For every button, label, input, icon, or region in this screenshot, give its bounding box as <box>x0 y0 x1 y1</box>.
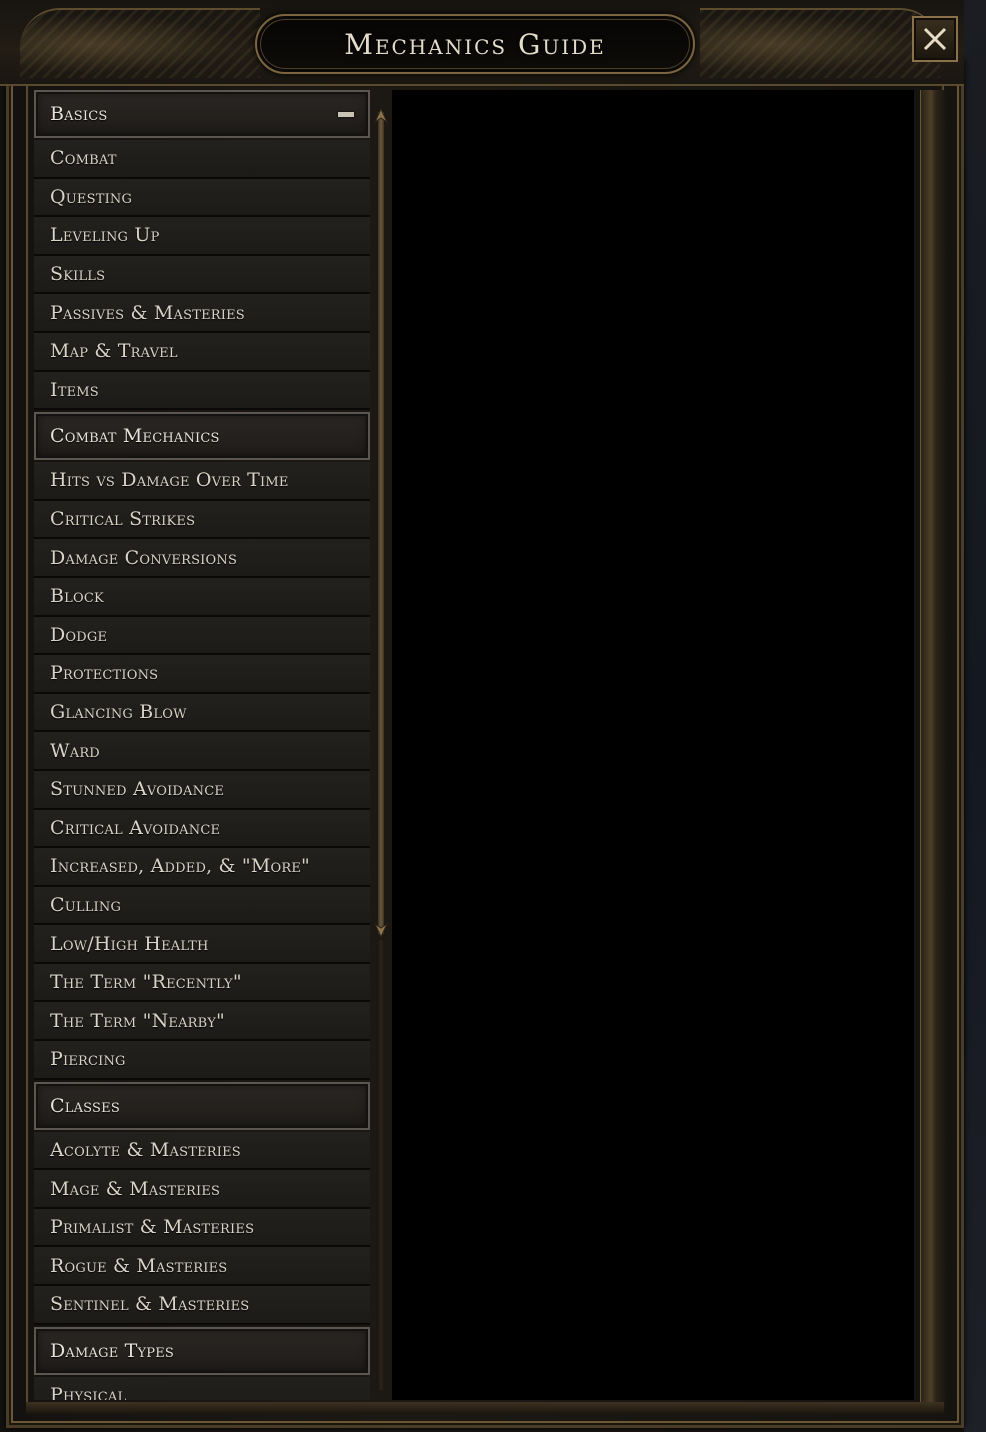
section-header[interactable]: Basics <box>34 90 370 138</box>
section-header-label: Damage Types <box>50 1339 175 1362</box>
list-item-label: Protections <box>50 662 159 685</box>
list-item[interactable]: Protections <box>34 655 370 694</box>
bottom-frame-bar <box>26 1402 944 1414</box>
section-header-label: Classes <box>50 1094 120 1117</box>
list-item[interactable]: Questing <box>34 178 370 218</box>
list-item[interactable]: Hits vs Damage Over Time <box>34 462 370 501</box>
list-item-label: Block <box>50 585 104 608</box>
list-item[interactable]: Dodge <box>34 616 370 656</box>
topic-list[interactable]: Basics Combat Questing Leveling Up Skills Pas… <box>34 88 370 1400</box>
list-item-label: Stunned Avoidance <box>50 778 225 801</box>
list-item-label: Acolyte & Masteries <box>50 1138 241 1161</box>
list-item[interactable]: The Term "Nearby" <box>34 1002 370 1042</box>
header-ornament-left <box>20 8 260 78</box>
header-ornament-right <box>700 8 940 78</box>
list-item[interactable]: Passives & Masteries <box>34 294 370 333</box>
list-item[interactable]: Stunned Avoidance <box>34 770 370 810</box>
list-item[interactable]: Block <box>34 577 370 617</box>
list-item-label: Questing <box>50 185 133 208</box>
list-item-label: Critical Strikes <box>50 508 196 531</box>
scrollbar[interactable] <box>372 108 390 938</box>
list-item-label: Rogue & Masteries <box>50 1254 228 1277</box>
list-item-label: Piercing <box>50 1048 126 1071</box>
section-header[interactable]: Combat Mechanics <box>34 412 370 461</box>
list-item-label: Primalist & Masteries <box>50 1216 255 1239</box>
list-item[interactable]: Primalist & Masteries <box>34 1208 370 1248</box>
list-item[interactable]: Physical <box>34 1376 370 1400</box>
list-item[interactable]: Combat <box>34 140 370 179</box>
section-header[interactable]: Classes <box>34 1081 370 1130</box>
close-button[interactable] <box>912 16 958 62</box>
list-item[interactable]: Increased, Added, & "More" <box>34 848 370 887</box>
list-item-label: Increased, Added, & "More" <box>50 855 310 878</box>
list-item[interactable]: Culling <box>34 886 370 926</box>
right-ornament-pillar <box>920 90 946 1410</box>
list-item[interactable]: Critical Avoidance <box>34 809 370 849</box>
list-item-label: Items <box>50 378 99 401</box>
list-item[interactable]: Map & Travel <box>34 332 370 372</box>
list-item-label: Passives & Masteries <box>50 301 245 324</box>
list-item-label: Skills <box>50 263 106 286</box>
list-item-label: Leveling Up <box>50 224 160 247</box>
list-item[interactable]: Mage & Masteries <box>34 1170 370 1209</box>
list-item[interactable]: Low/High Health <box>34 925 370 964</box>
list-item-label: Low/High Health <box>50 932 209 955</box>
list-item[interactable]: Piercing <box>34 1041 370 1080</box>
list-item-label: The Term "Recently" <box>50 971 242 994</box>
section-header-label: Combat Mechanics <box>50 425 220 448</box>
close-icon <box>923 27 947 51</box>
scrollbar-track-lower <box>378 940 384 1390</box>
list-item-label: Hits vs Damage Over Time <box>50 469 289 492</box>
list-item[interactable]: Skills <box>34 255 370 295</box>
list-item[interactable]: Items <box>34 371 370 411</box>
section-header[interactable]: Damage Types <box>34 1326 370 1375</box>
list-item-label: Sentinel & Masteries <box>50 1293 250 1316</box>
window-title: Mechanics Guide <box>344 27 606 61</box>
list-item-label: Dodge <box>50 623 108 646</box>
list-item-label: Critical Avoidance <box>50 816 221 839</box>
list-item[interactable]: Rogue & Masteries <box>34 1247 370 1287</box>
list-item[interactable]: Leveling Up <box>34 217 370 256</box>
list-item-label: Physical <box>50 1383 127 1400</box>
list-item[interactable]: Glancing Blow <box>34 693 370 733</box>
list-item-label: Culling <box>50 893 122 916</box>
list-item[interactable]: Acolyte & Masteries <box>34 1131 370 1171</box>
list-item-label: Combat <box>50 147 117 170</box>
list-item-label: Mage & Masteries <box>50 1177 221 1200</box>
scroll-down-arrow-icon[interactable] <box>372 920 390 938</box>
guide-content-area <box>392 90 914 1400</box>
list-item-label: The Term "Nearby" <box>50 1009 225 1032</box>
list-item[interactable]: Critical Strikes <box>34 500 370 540</box>
list-item[interactable]: The Term "Recently" <box>34 963 370 1003</box>
window-header: Mechanics Guide <box>0 0 964 86</box>
list-item-label: Ward <box>50 739 100 762</box>
list-item-label: Glancing Blow <box>50 701 187 724</box>
list-item-label: Damage Conversions <box>50 546 238 569</box>
list-item[interactable]: Ward <box>34 732 370 771</box>
list-item-label: Map & Travel <box>50 340 178 363</box>
scrollbar-thumb[interactable] <box>378 112 384 934</box>
mechanics-guide-window: Mechanics Guide Basics Combat Questing Leve… <box>0 0 986 1432</box>
background-edge <box>964 0 986 1432</box>
section-header-label: Basics <box>50 103 108 125</box>
list-item[interactable]: Sentinel & Masteries <box>34 1286 370 1325</box>
title-plate: Mechanics Guide <box>255 14 695 74</box>
scroll-up-arrow-icon[interactable] <box>372 108 390 126</box>
list-item[interactable]: Damage Conversions <box>34 539 370 578</box>
minus-icon[interactable] <box>338 112 354 117</box>
